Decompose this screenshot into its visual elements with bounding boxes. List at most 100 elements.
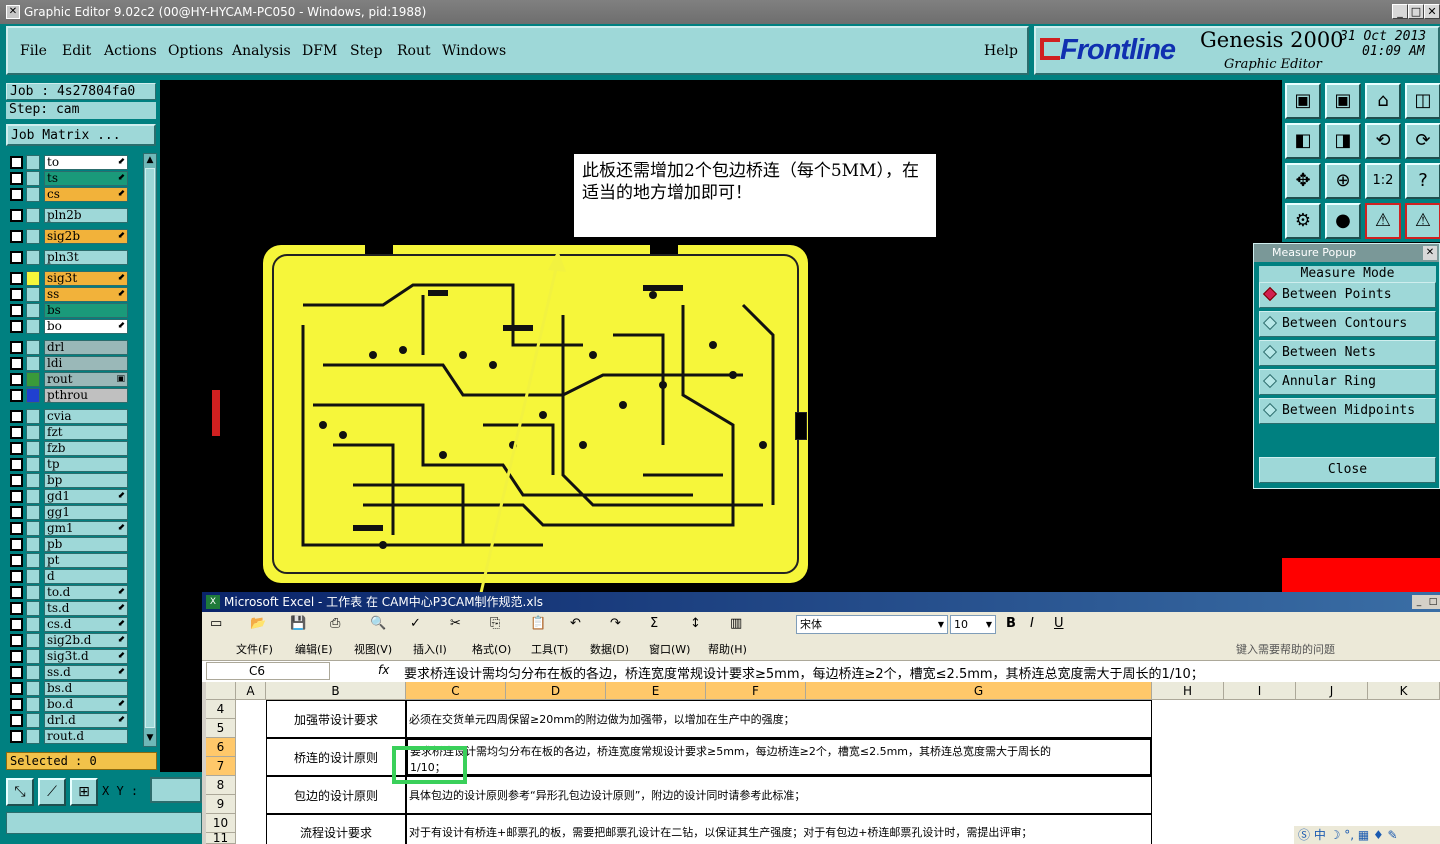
spell-icon[interactable]: ✓ <box>410 616 421 631</box>
layer-name[interactable]: pb <box>44 537 128 552</box>
layer-scrollbar[interactable]: ▲ ▼ <box>143 153 157 747</box>
layer-swatch[interactable] <box>26 681 40 696</box>
layer-swatch[interactable] <box>26 155 40 170</box>
layer-row[interactable]: drl.d ⬋ <box>10 713 128 728</box>
layer-swatch[interactable] <box>26 229 40 244</box>
scroll-up-icon[interactable]: ▲ <box>144 154 156 166</box>
print-icon[interactable]: ⎙ <box>330 616 340 631</box>
table-cell[interactable]: 包边的设计原则 <box>266 776 406 814</box>
move-down-icon[interactable]: ▣ <box>1325 83 1361 119</box>
col-header[interactable]: G <box>806 682 1152 700</box>
layer-name[interactable]: bo.d ⬋ <box>44 697 128 712</box>
layer-row[interactable]: ss ⬋ <box>10 287 128 302</box>
row-header[interactable]: 7 <box>206 757 236 776</box>
layer-checkbox[interactable] <box>10 251 23 264</box>
layer-checkbox[interactable] <box>10 188 23 201</box>
layer-swatch[interactable] <box>26 319 40 334</box>
row-header[interactable]: 10 <box>206 814 236 833</box>
xy-input[interactable] <box>150 777 202 803</box>
center-icon[interactable]: ⊕ <box>1325 163 1361 199</box>
ime-toolbar[interactable]: Ⓢ 中 ☽ °, ▦ ♦ ✎ <box>1294 826 1440 844</box>
layer-row[interactable]: fzb <box>10 441 128 456</box>
excel-menu-item[interactable]: 窗口(W) <box>649 641 690 657</box>
minimize-button[interactable]: _ <box>1392 4 1408 19</box>
layer-name[interactable]: bs.d <box>44 681 128 696</box>
layer-name[interactable]: gg1 <box>44 505 128 520</box>
excel-menu-item[interactable]: 编辑(E) <box>295 641 333 657</box>
undo-icon[interactable]: ⟲ <box>1365 123 1401 159</box>
layer-swatch[interactable] <box>26 697 40 712</box>
table-cell[interactable]: 加强带设计要求 <box>266 700 406 738</box>
layer-row[interactable]: fzt <box>10 425 128 440</box>
layer-checkbox[interactable] <box>10 506 23 519</box>
grid-icon[interactable]: ⊞ <box>70 778 98 806</box>
layer-checkbox[interactable] <box>10 634 23 647</box>
sort-icon[interactable]: ↕ <box>690 616 701 631</box>
layer-checkbox[interactable] <box>10 714 23 727</box>
scroll-down-icon[interactable]: ▼ <box>144 732 156 744</box>
layer-swatch[interactable] <box>26 585 40 600</box>
underline-button[interactable]: U <box>1054 616 1064 631</box>
layer-checkbox[interactable] <box>10 618 23 631</box>
layer-name[interactable]: ts ⬋ <box>44 171 128 186</box>
layer-swatch[interactable] <box>26 553 40 568</box>
table-cell[interactable]: 桥连的设计原则 <box>266 738 406 776</box>
layer-checkbox[interactable] <box>10 538 23 551</box>
layer-name[interactable]: ss.d ⬋ <box>44 665 128 680</box>
layer-name[interactable]: fzb <box>44 441 128 456</box>
layer-checkbox[interactable] <box>10 570 23 583</box>
layer-swatch[interactable] <box>26 521 40 536</box>
excel-maximize-button[interactable]: □ <box>1426 595 1440 609</box>
layer-row[interactable]: ss.d ⬋ <box>10 665 128 680</box>
layer-checkbox[interactable] <box>10 426 23 439</box>
layer-swatch[interactable] <box>26 649 40 664</box>
layer-row[interactable]: sig3t ⬋ <box>10 271 128 286</box>
layer-row[interactable]: rout.d <box>10 729 128 744</box>
layer-name[interactable]: gd1 ⬋ <box>44 489 128 504</box>
layer-checkbox[interactable] <box>10 602 23 615</box>
redo-icon[interactable]: ↷ <box>610 616 621 631</box>
help-search-box[interactable]: 键入需要帮助的问题 <box>1236 641 1335 657</box>
layer-name[interactable]: d <box>44 569 128 584</box>
formula-content[interactable]: 要求桥连设计需均匀分布在板的各边，桥连宽度常规设计要求≥5mm，每边桥连≥2个，… <box>404 663 1204 682</box>
job-matrix-button[interactable]: Job Matrix ... <box>6 124 156 146</box>
layer-row[interactable]: cs ⬋ <box>10 187 128 202</box>
settings-icon[interactable]: ⚙ <box>1285 203 1321 239</box>
layer-name[interactable]: pln3t <box>44 250 128 265</box>
col-header[interactable]: I <box>1224 682 1296 700</box>
layer-swatch[interactable] <box>26 537 40 552</box>
layer-row[interactable]: sig3t.d ⬋ <box>10 649 128 664</box>
layer-checkbox[interactable] <box>10 288 23 301</box>
option-annular-ring[interactable]: Annular Ring <box>1259 369 1436 395</box>
help-icon[interactable]: ? <box>1405 163 1440 199</box>
layer-swatch[interactable] <box>26 665 40 680</box>
layer-checkbox[interactable] <box>10 373 23 386</box>
excel-menu-item[interactable]: 工具(T) <box>531 641 568 657</box>
layer-swatch[interactable] <box>26 388 40 403</box>
layer-row[interactable]: pthrou <box>10 388 128 403</box>
layer-swatch[interactable] <box>26 340 40 355</box>
maximize-button[interactable]: □ <box>1408 4 1424 19</box>
table-cell[interactable]: 必须在交货单元四周保留≥20mm的附边做为加强带，以增加在生产中的强度； <box>406 700 1152 738</box>
move-up-icon[interactable]: ▣ <box>1285 83 1321 119</box>
excel-menu-item[interactable]: 数据(D) <box>590 641 629 657</box>
layer-row[interactable]: pln2b <box>10 208 128 223</box>
row-header[interactable]: 8 <box>206 776 236 795</box>
layer-row[interactable]: gd1 ⬋ <box>10 489 128 504</box>
menu-actions[interactable]: Actions <box>104 43 157 59</box>
layer-checkbox[interactable] <box>10 357 23 370</box>
layer-swatch[interactable] <box>26 208 40 223</box>
redo-icon[interactable]: ⟳ <box>1405 123 1440 159</box>
layer-name[interactable]: drl <box>44 340 128 355</box>
layer-name[interactable]: pthrou <box>44 388 128 403</box>
layer-name[interactable]: rout ▣ <box>44 372 128 387</box>
menu-edit[interactable]: Edit <box>62 43 91 59</box>
layer-checkbox[interactable] <box>10 698 23 711</box>
layer-name[interactable]: sig2b ⬋ <box>44 229 128 244</box>
layer-swatch[interactable] <box>26 633 40 648</box>
layer-name[interactable]: ss ⬋ <box>44 287 128 302</box>
scroll-thumb[interactable] <box>145 168 155 728</box>
layer-swatch[interactable] <box>26 250 40 265</box>
layer-checkbox[interactable] <box>10 490 23 503</box>
layer-swatch[interactable] <box>26 187 40 202</box>
